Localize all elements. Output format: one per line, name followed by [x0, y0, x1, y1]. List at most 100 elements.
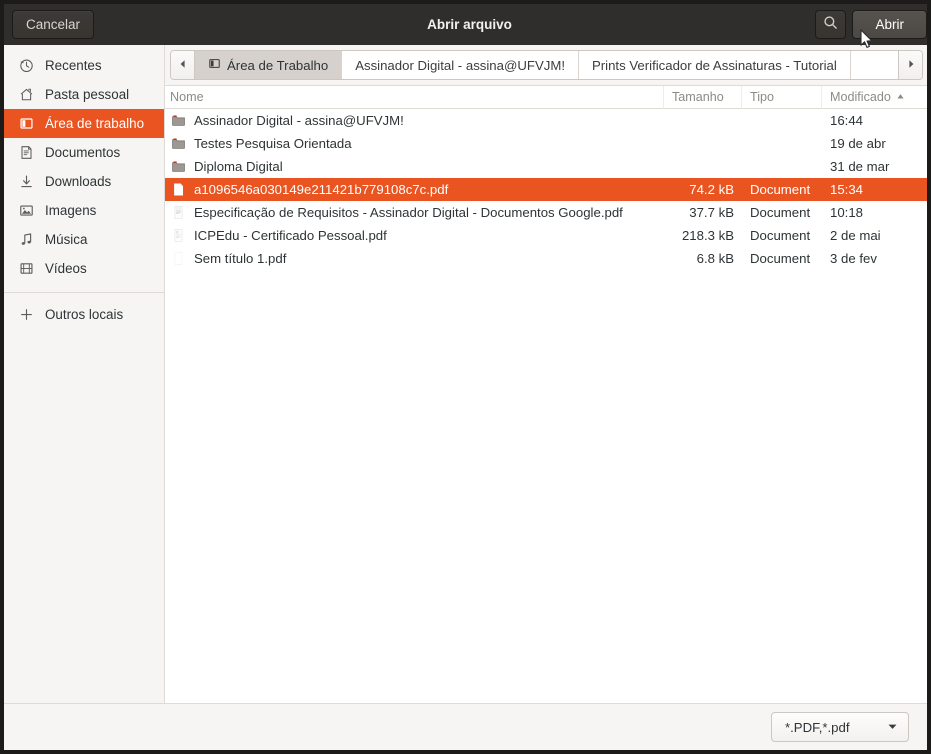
open-file-dialog: Cancelar Abrir arquivo Abrir Recentes Pa… [0, 0, 931, 754]
pdf-blank-icon [170, 182, 186, 198]
breadcrumb-label: Assinador Digital - assina@UFVJM! [355, 57, 565, 73]
dialog-body: Recentes Pasta pessoal Área de trabalho … [4, 45, 927, 750]
path-scroll-left-button[interactable] [171, 51, 195, 79]
file-modified: 15:34 [830, 182, 864, 197]
path-scroll-right-button[interactable] [898, 51, 922, 79]
breadcrumb-area-de-trabalho[interactable]: Área de Trabalho [195, 51, 343, 79]
file-modified: 19 de abr [830, 136, 886, 151]
sidebar-item-label: Outros locais [45, 307, 124, 322]
column-header-label: Tamanho [672, 90, 724, 104]
search-icon [823, 15, 838, 35]
file-list-column-headers: Nome Tamanho Tipo Modificado [165, 85, 927, 109]
path-bar: Área de Trabalho Assinador Digital - ass… [165, 45, 927, 86]
breadcrumb-label: Área de Trabalho [227, 57, 329, 73]
column-header-label: Tipo [750, 90, 775, 104]
folder-icon [170, 113, 186, 129]
column-header-size[interactable]: Tamanho [664, 85, 742, 109]
sidebar-item-pasta-pessoal[interactable]: Pasta pessoal [4, 80, 164, 109]
sidebar-item-outros-locais[interactable]: Outros locais [4, 300, 164, 329]
sidebar-item-label: Vídeos [45, 261, 87, 276]
sidebar-item-downloads[interactable]: Downloads [4, 167, 164, 196]
open-button[interactable]: Abrir [852, 10, 927, 39]
file-modified: 3 de fev [830, 251, 877, 266]
dialog-footer: *.PDF,*.pdf [4, 703, 927, 750]
file-name: Testes Pesquisa Orientada [194, 136, 352, 151]
file-filter-value: *.PDF,*.pdf [785, 719, 850, 735]
file-name: Diploma Digital [194, 159, 283, 174]
chevron-right-icon [906, 56, 916, 74]
document-icon [18, 145, 34, 161]
pdf-thumb-icon [170, 228, 186, 244]
image-icon [18, 203, 34, 219]
file-name: a1096546a030149e211421b779108c7c.pdf [194, 182, 449, 197]
places-sidebar: Recentes Pasta pessoal Área de trabalho … [4, 45, 165, 703]
table-row[interactable]: a1096546a030149e211421b779108c7c.pdf 74.… [165, 178, 927, 201]
column-header-modified[interactable]: Modificado [822, 86, 927, 109]
sidebar-item-label: Recentes [45, 58, 102, 73]
clock-icon [18, 58, 34, 74]
file-name: Especificação de Requisitos - Assinador … [194, 205, 623, 220]
sidebar-item-recentes[interactable]: Recentes [4, 51, 164, 80]
sidebar-item-imagens[interactable]: Imagens [4, 196, 164, 225]
file-size: 74.2 kB [689, 182, 734, 197]
table-row[interactable]: Sem título 1.pdf 6.8 kB Document 3 de fe… [165, 247, 927, 270]
file-size: 37.7 kB [689, 205, 734, 220]
breadcrumb-label: Prints Verificador de Assinaturas - Tuto… [591, 57, 837, 73]
column-header-name[interactable]: Nome [165, 85, 664, 109]
file-size: 218.3 kB [681, 228, 734, 243]
music-icon [18, 232, 34, 248]
file-modified: 10:18 [830, 205, 864, 220]
table-row[interactable]: Especificação de Requisitos - Assinador … [165, 201, 927, 224]
file-filter-dropdown[interactable]: *.PDF,*.pdf [771, 712, 909, 742]
pdf-plain-icon [170, 251, 186, 267]
home-icon [18, 87, 34, 103]
column-header-type[interactable]: Tipo [742, 85, 822, 109]
file-list[interactable]: Assinador Digital - assina@UFVJM! 16:44 [165, 109, 927, 703]
file-pane: Área de Trabalho Assinador Digital - ass… [165, 45, 927, 703]
sidebar-item-videos[interactable]: Vídeos [4, 254, 164, 283]
column-header-label: Modificado [830, 90, 891, 104]
desktop-icon [208, 57, 221, 73]
download-icon [18, 174, 34, 190]
file-type: Document [750, 228, 811, 243]
folder-icon [170, 159, 186, 175]
cancel-button[interactable]: Cancelar [12, 10, 95, 39]
file-name: Assinador Digital - assina@UFVJM! [194, 113, 404, 128]
sidebar-item-label: Área de trabalho [45, 116, 145, 131]
table-row[interactable]: Diploma Digital 31 de mar [165, 155, 927, 178]
pdf-thumb-icon [170, 205, 186, 221]
sidebar-item-label: Música [45, 232, 88, 247]
folder-icon [170, 136, 186, 152]
file-type: Document [750, 251, 811, 266]
plus-icon [18, 307, 34, 323]
file-modified: 16:44 [830, 113, 864, 128]
sidebar-item-documentos[interactable]: Documentos [4, 138, 164, 167]
column-header-label: Nome [170, 90, 204, 104]
sidebar-divider [4, 292, 164, 293]
table-row[interactable]: ICPEdu - Certificado Pessoal.pdf 218.3 k… [165, 224, 927, 247]
desktop-icon [18, 116, 34, 132]
sidebar-item-area-de-trabalho[interactable]: Área de trabalho [4, 109, 164, 138]
sidebar-item-label: Pasta pessoal [45, 87, 130, 102]
sidebar-item-label: Imagens [45, 203, 97, 218]
dialog-header-bar: Cancelar Abrir arquivo Abrir [4, 4, 927, 45]
sidebar-item-label: Documentos [45, 145, 121, 160]
chevron-down-icon [887, 720, 898, 735]
breadcrumb-assinador-digital[interactable]: Assinador Digital - assina@UFVJM! [342, 51, 579, 79]
file-type: Document [750, 182, 811, 197]
file-size: 6.8 kB [696, 251, 734, 266]
file-name: Sem título 1.pdf [194, 251, 287, 266]
sidebar-item-label: Downloads [45, 174, 112, 189]
sidebar-item-musica[interactable]: Música [4, 225, 164, 254]
file-name: ICPEdu - Certificado Pessoal.pdf [194, 228, 387, 243]
table-row[interactable]: Assinador Digital - assina@UFVJM! 16:44 [165, 109, 927, 132]
file-type: Document [750, 205, 811, 220]
chevron-left-icon [178, 56, 188, 74]
file-modified: 2 de mai [830, 228, 881, 243]
search-button[interactable] [815, 10, 847, 39]
table-row[interactable]: Testes Pesquisa Orientada 19 de abr [165, 132, 927, 155]
file-modified: 31 de mar [830, 159, 890, 174]
breadcrumb-prints-verificador[interactable]: Prints Verificador de Assinaturas - Tuto… [578, 51, 851, 79]
video-icon [18, 261, 34, 277]
dialog-title: Abrir arquivo [427, 17, 512, 32]
